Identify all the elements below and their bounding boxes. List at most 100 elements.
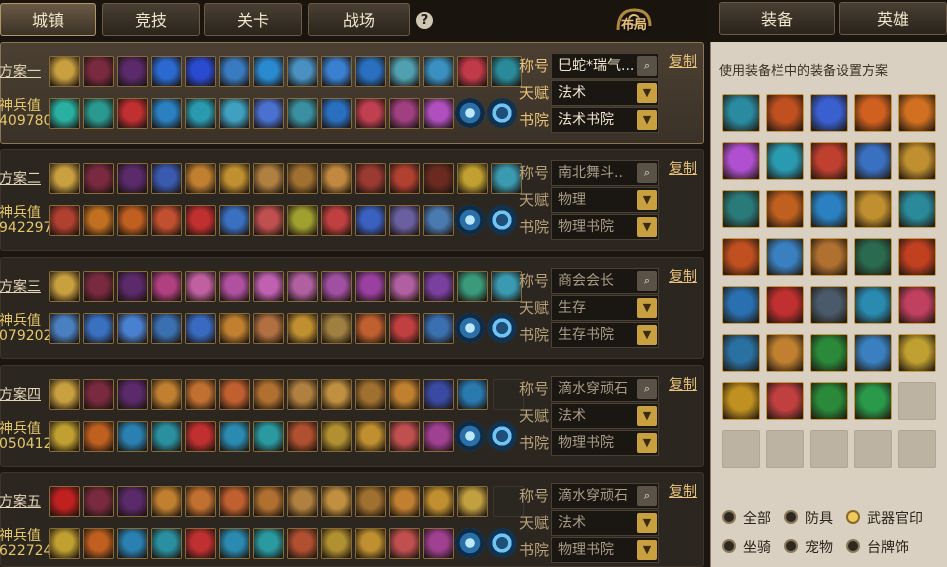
field-talent[interactable]: 法术 ▼: [551, 403, 659, 429]
equip-slot[interactable]: [185, 56, 216, 87]
equip-slot[interactable]: [389, 163, 420, 194]
inventory-item[interactable]: [898, 334, 936, 372]
equip-slot[interactable]: [83, 271, 114, 302]
equip-slot[interactable]: [117, 379, 148, 410]
mount-ring-icon[interactable]: [455, 98, 485, 128]
mount-ring-icon[interactable]: [455, 205, 485, 235]
dropdown-arrow-icon[interactable]: ▼: [637, 433, 657, 453]
inventory-item[interactable]: [854, 382, 892, 420]
equip-slot[interactable]: [355, 205, 386, 236]
equip-slot[interactable]: [287, 56, 318, 87]
equip-slot[interactable]: [287, 313, 318, 344]
equip-slot[interactable]: [321, 379, 352, 410]
filter-radio[interactable]: [784, 539, 798, 553]
equip-slot[interactable]: [151, 421, 182, 452]
equip-slot[interactable]: [49, 98, 80, 129]
filter-label[interactable]: 宠物: [805, 537, 833, 557]
equip-slot[interactable]: [457, 163, 488, 194]
equip-slot[interactable]: [117, 313, 148, 344]
equip-slot[interactable]: [185, 421, 216, 452]
equip-slot[interactable]: [219, 163, 250, 194]
equip-slot[interactable]: [355, 313, 386, 344]
equip-slot[interactable]: [287, 379, 318, 410]
plan-name[interactable]: 方案三: [0, 276, 41, 296]
dropdown-arrow-icon[interactable]: ▼: [637, 110, 657, 130]
copy-link[interactable]: 复制: [669, 266, 697, 286]
equip-slot[interactable]: [287, 528, 318, 559]
equip-slot[interactable]: [219, 486, 250, 517]
pet-ring-icon[interactable]: [487, 421, 517, 451]
inventory-item[interactable]: [898, 142, 936, 180]
equip-slot[interactable]: [49, 56, 80, 87]
equip-slot[interactable]: [389, 205, 420, 236]
equip-slot[interactable]: [83, 379, 114, 410]
equip-slot[interactable]: [423, 528, 454, 559]
field-academy[interactable]: 物理书院 ▼: [551, 537, 659, 563]
field-title[interactable]: 商会会长 ⌕: [551, 268, 659, 294]
inventory-item[interactable]: [854, 286, 892, 324]
equip-slot[interactable]: [117, 271, 148, 302]
inventory-item[interactable]: [766, 238, 804, 276]
equip-slot[interactable]: [49, 421, 80, 452]
filter-radio[interactable]: [722, 510, 736, 524]
inventory-item[interactable]: [854, 190, 892, 228]
dropdown-arrow-icon[interactable]: ▼: [637, 513, 657, 533]
equip-slot[interactable]: [355, 56, 386, 87]
equip-slot[interactable]: [423, 56, 454, 87]
equip-slot[interactable]: [49, 486, 80, 517]
equip-slot[interactable]: [389, 271, 420, 302]
tab-2[interactable]: 关卡: [204, 3, 302, 36]
equip-slot[interactable]: [219, 98, 250, 129]
equip-slot[interactable]: [287, 98, 318, 129]
equip-slot[interactable]: [321, 313, 352, 344]
field-talent[interactable]: 法术 ▼: [551, 510, 659, 536]
plan-name[interactable]: 方案二: [0, 168, 41, 188]
filter-radio[interactable]: [722, 539, 736, 553]
equip-slot[interactable]: [287, 271, 318, 302]
equip-slot[interactable]: [321, 421, 352, 452]
equip-slot[interactable]: [117, 163, 148, 194]
inventory-item[interactable]: [766, 190, 804, 228]
equip-slot[interactable]: [219, 271, 250, 302]
equip-slot[interactable]: [151, 98, 182, 129]
equip-slot[interactable]: [287, 163, 318, 194]
equip-slot[interactable]: [287, 486, 318, 517]
equip-slot[interactable]: [321, 163, 352, 194]
mount-ring-icon[interactable]: [455, 528, 485, 558]
equip-slot[interactable]: [49, 205, 80, 236]
inventory-empty-slot[interactable]: [810, 430, 848, 468]
equip-slot[interactable]: [253, 163, 284, 194]
equip-slot[interactable]: [117, 528, 148, 559]
equip-slot[interactable]: [321, 205, 352, 236]
equip-slot[interactable]: [355, 421, 386, 452]
equip-slot[interactable]: [117, 421, 148, 452]
equip-slot[interactable]: [253, 528, 284, 559]
equip-slot[interactable]: [423, 313, 454, 344]
inventory-empty-slot[interactable]: [898, 382, 936, 420]
plan-name[interactable]: 方案一: [0, 61, 41, 81]
field-talent[interactable]: 物理 ▼: [551, 187, 659, 213]
equip-slot[interactable]: [151, 271, 182, 302]
dropdown-arrow-icon[interactable]: ▼: [637, 325, 657, 345]
filter-radio[interactable]: [784, 510, 798, 524]
filter-label[interactable]: 坐骑: [743, 537, 771, 557]
inventory-empty-slot[interactable]: [766, 430, 804, 468]
equip-slot[interactable]: [355, 486, 386, 517]
right-tab-1[interactable]: 英雄: [839, 2, 947, 35]
inventory-item[interactable]: [898, 94, 936, 132]
equip-slot[interactable]: [457, 379, 488, 410]
field-title[interactable]: 巳蛇*瑞气... ⌕: [551, 53, 659, 79]
inventory-empty-slot[interactable]: [854, 430, 892, 468]
equip-slot[interactable]: [253, 205, 284, 236]
search-icon[interactable]: ⌕: [637, 271, 657, 291]
equip-slot[interactable]: [83, 56, 114, 87]
equip-slot[interactable]: [219, 56, 250, 87]
dropdown-arrow-icon[interactable]: ▼: [637, 298, 657, 318]
equip-slot[interactable]: [83, 421, 114, 452]
inventory-item[interactable]: [810, 190, 848, 228]
equip-slot[interactable]: [423, 486, 454, 517]
equip-slot[interactable]: [389, 421, 420, 452]
equip-slot[interactable]: [389, 313, 420, 344]
equip-slot[interactable]: [355, 98, 386, 129]
help-icon[interactable]: ?: [416, 12, 433, 29]
